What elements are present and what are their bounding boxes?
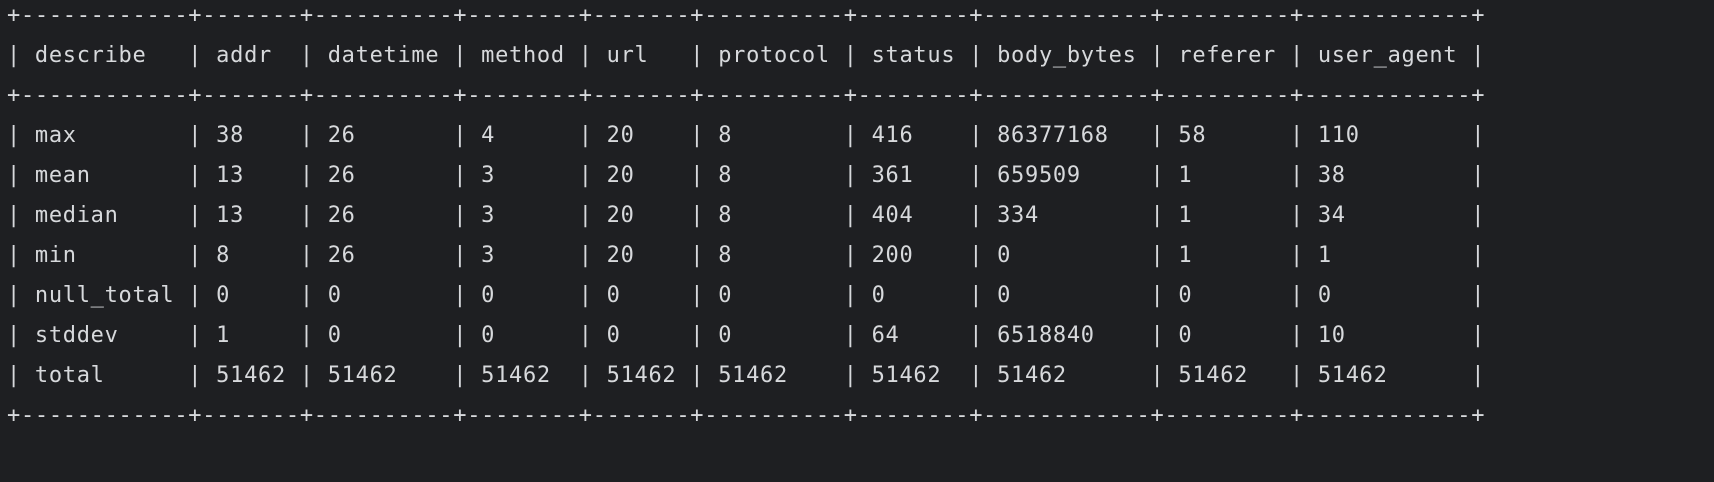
table-row-mean: | mean | 13 | 26 | 3 | 20 | 8 | 361 | 65… [7,163,1486,188]
table-row-median: | median | 13 | 26 | 3 | 20 | 8 | 404 | … [7,203,1486,228]
table-row-null-total: | null_total | 0 | 0 | 0 | 0 | 0 | 0 | 0… [7,283,1486,308]
terminal-output[interactable]: +------------+-------+----------+-------… [0,0,1714,482]
table-row-stddev: | stddev | 1 | 0 | 0 | 0 | 0 | 64 | 6518… [7,323,1486,348]
table-border-mid: +------------+-------+----------+-------… [7,83,1486,108]
table-header-row: | describe | addr | datetime | method | … [7,43,1486,68]
table-border-bottom: +------------+-------+----------+-------… [7,403,1486,428]
table-row-min: | min | 8 | 26 | 3 | 20 | 8 | 200 | 0 | … [7,243,1486,268]
table-row-total: | total | 51462 | 51462 | 51462 | 51462 … [7,363,1486,388]
table-row-max: | max | 38 | 26 | 4 | 20 | 8 | 416 | 863… [7,123,1486,148]
table-border-top: +------------+-------+----------+-------… [7,3,1486,28]
